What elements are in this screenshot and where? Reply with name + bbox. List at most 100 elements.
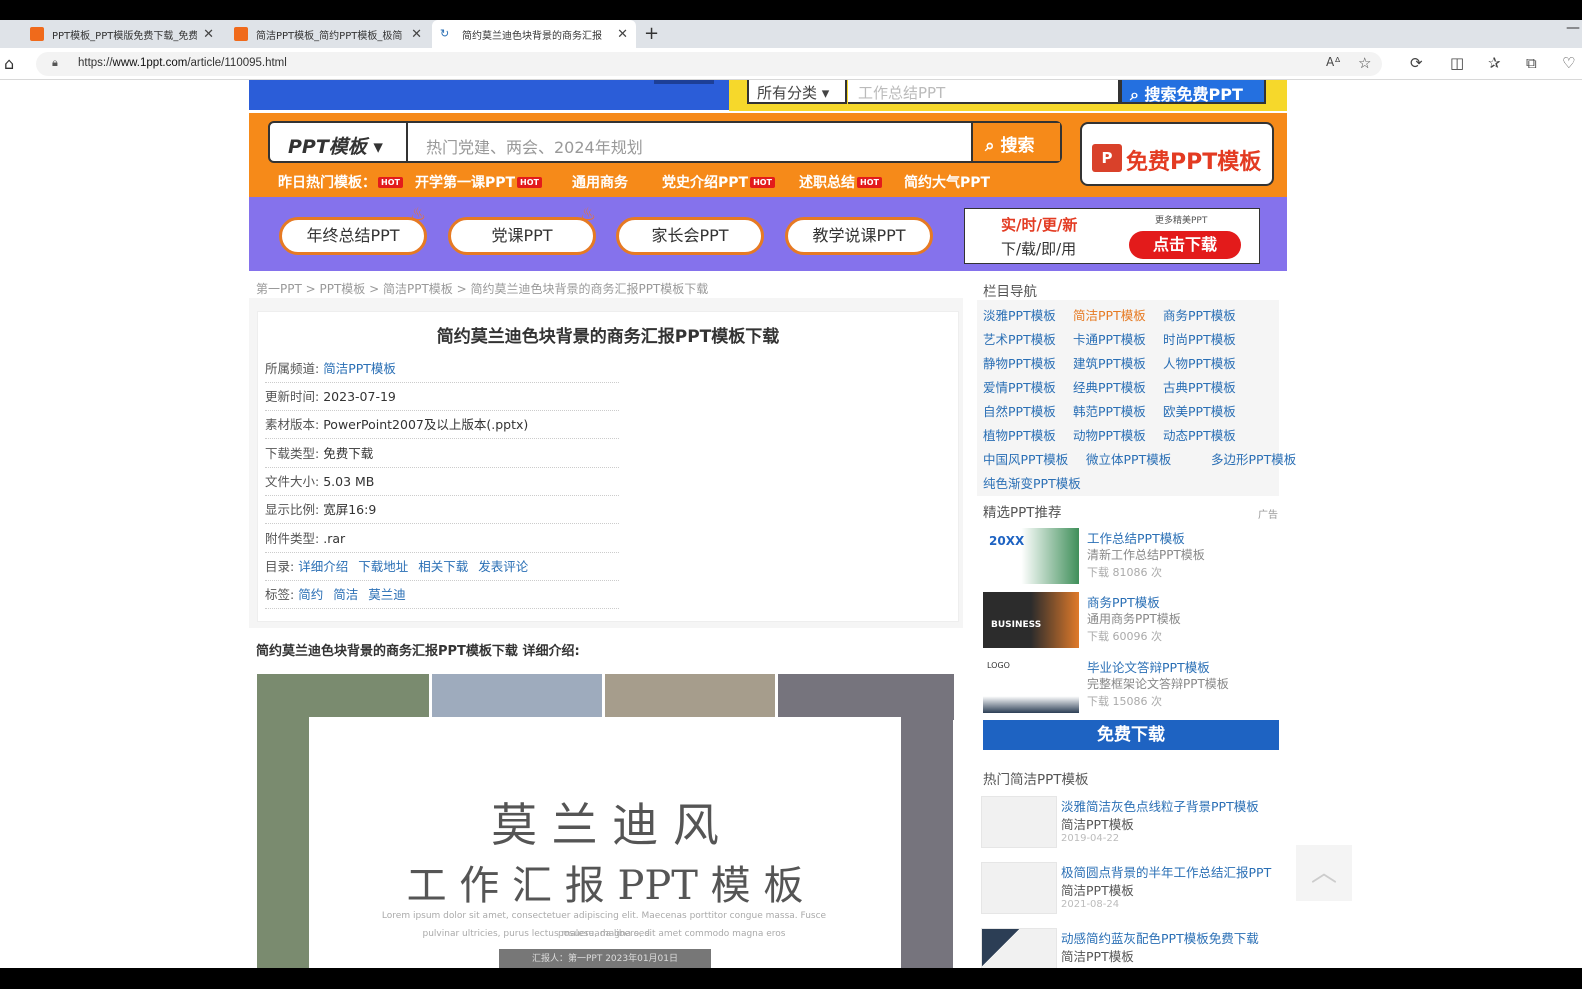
tab-1[interactable]: PPT模板_PPT模版免费下载_免费 ✕ (22, 20, 222, 48)
nav-link[interactable]: 时尚PPT模板 (1163, 329, 1236, 348)
nav-link[interactable]: 多边形PPT模板 (1211, 449, 1296, 468)
nav-link[interactable]: 艺术PPT模板 (983, 329, 1056, 348)
promo-download-box[interactable]: 实/时/更/新 下/载/即/用 更多精美PPT 点击下载 (964, 208, 1260, 264)
extensions-icon[interactable]: ⟳ (1410, 54, 1423, 72)
nav-link[interactable]: 简洁PPT模板 (1073, 305, 1146, 324)
hot-category[interactable]: 简洁PPT模板 (1061, 946, 1134, 965)
nav-link[interactable]: 静物PPT模板 (983, 353, 1056, 372)
nav-link[interactable]: 淡雅PPT模板 (983, 305, 1056, 324)
nav-link[interactable]: 人物PPT模板 (1163, 353, 1236, 372)
top-search-button[interactable]: ⌕ 搜索免费PPT (1120, 80, 1266, 104)
hot-link[interactable]: 简约大气PPT (904, 172, 990, 192)
pill-party-lesson[interactable]: 党课PPT (448, 217, 596, 255)
collections-icon[interactable]: ⧉ (1526, 54, 1537, 72)
search-input[interactable]: 热门党建、两会、2024年规划 (426, 134, 643, 158)
nav-link[interactable]: 动物PPT模板 (1073, 425, 1146, 444)
preview-color-right (901, 674, 953, 968)
hot-thumbnail (981, 796, 1057, 848)
channel-link[interactable]: 简洁PPT模板 (323, 361, 396, 376)
nav-link[interactable]: 植物PPT模板 (983, 425, 1056, 444)
tag-link[interactable]: 简洁 (333, 587, 358, 602)
rec-title[interactable]: 工作总结PPT模板 (1087, 528, 1185, 547)
toc-link-details[interactable]: 详细介绍 (298, 559, 348, 574)
tab-3-active[interactable]: ↻ 简约莫兰迪色块背景的商务汇报 ✕ (432, 20, 636, 48)
nav-link[interactable]: 爱情PPT模板 (983, 377, 1056, 396)
hot-title[interactable]: 极简圆点背景的半年工作总结汇报PPT (1061, 862, 1271, 881)
url-field[interactable]: 🔒︎ https://www.1ppt.com/article/110095.h… (36, 52, 1382, 76)
nav-link[interactable]: 古典PPT模板 (1163, 377, 1236, 396)
tab-2[interactable]: 简洁PPT模板_简约PPT模板_极简 ✕ (226, 20, 430, 48)
toc-link-related[interactable]: 相关下载 (418, 559, 468, 574)
site-favicon-icon (30, 27, 44, 41)
hot-item[interactable]: 极简圆点背景的半年工作总结汇报PPT 简洁PPT模板 2021-08-24 (981, 862, 1281, 922)
screen: PPT模板_PPT模版免费下载_免费 ✕ 简洁PPT模板_简约PPT模板_极简 … (0, 0, 1582, 989)
page-viewport: 所有分类 ▾ 工作总结PPT ⌕ 搜索免费PPT PPT模板 ▾ 热门党建、两会… (0, 80, 1582, 968)
home-icon[interactable]: ⌂ (4, 54, 14, 73)
pill-teaching[interactable]: 教学说课PPT (785, 217, 933, 255)
preview-lorem-2: pulvinar ultricies, purus lectus malesua… (422, 929, 786, 939)
nav-link[interactable]: 卡通PPT模板 (1073, 329, 1146, 348)
nav-link[interactable]: 微立体PPT模板 (1086, 449, 1171, 468)
nav-link[interactable]: 商务PPT模板 (1163, 305, 1236, 324)
info-row-tags: 标签: 简约 简洁 莫兰迪 (265, 581, 619, 609)
hot-date: 2021-08-24 (1061, 899, 1120, 910)
free-ppt-button[interactable]: P 免费PPT模板 (1080, 122, 1274, 186)
hot-lead-link[interactable]: 昨日热门模板： HOT (278, 172, 403, 192)
nav-link[interactable]: 中国风PPT模板 (983, 449, 1068, 468)
preview-color-2 (432, 674, 602, 720)
top-category-select[interactable]: 所有分类 ▾ (747, 80, 847, 104)
toc-link-download[interactable]: 下载地址 (358, 559, 408, 574)
promo-more: 更多精美PPT (1155, 216, 1208, 226)
hot-category[interactable]: 简洁PPT模板 (1061, 880, 1134, 899)
search-category-select[interactable]: PPT模板 ▾ (288, 132, 383, 159)
hot-link[interactable]: 述职总结 HOT (799, 172, 882, 192)
rec-item[interactable]: LOGO 毕业论文答辩PPT模板 完整框架论文答辩PPT模板 下载 15086 … (983, 657, 1279, 717)
rec-subtitle: 清新工作总结PPT模板 (1087, 548, 1205, 562)
new-tab-button[interactable]: + (644, 20, 659, 48)
flame-icon: ♨ (410, 204, 427, 225)
nav-link[interactable]: 自然PPT模板 (983, 401, 1056, 420)
search-icon: ⌕ (985, 136, 1001, 156)
hot-item[interactable]: 淡雅简洁灰色点线粒子背景PPT模板 简洁PPT模板 2019-04-22 (981, 796, 1281, 856)
back-to-top-icon[interactable]: ︿ (1296, 845, 1352, 901)
nav-link[interactable]: 纯色渐变PPT模板 (983, 473, 1081, 492)
read-aloud-icon[interactable]: Aᐞ (1326, 55, 1341, 69)
nav-link[interactable]: 欧美PPT模板 (1163, 401, 1236, 420)
hot-link[interactable]: 开学第一课PPT HOT (415, 172, 542, 192)
preview-color-3 (605, 674, 775, 720)
nav-link[interactable]: 韩范PPT模板 (1073, 401, 1146, 420)
minimize-icon[interactable]: — (1566, 20, 1580, 36)
nav-link[interactable]: 经典PPT模板 (1073, 377, 1146, 396)
search-button[interactable]: ⌕ 搜索 (971, 123, 1060, 161)
tag-link[interactable]: 莫兰迪 (368, 587, 406, 602)
toc-link-comment[interactable]: 发表评论 (478, 559, 528, 574)
tag-link[interactable]: 简约 (298, 587, 323, 602)
favorites-icon[interactable]: ✰ (1488, 54, 1501, 72)
hot-item[interactable]: 动感简约蓝灰配色PPT模板免费下载 简洁PPT模板 (981, 928, 1281, 968)
rec-title[interactable]: 毕业论文答辩PPT模板 (1087, 657, 1210, 676)
split-screen-icon[interactable]: ◫ (1450, 54, 1464, 72)
close-tab-icon[interactable]: ✕ (203, 27, 214, 42)
rec-item[interactable]: 20XX 工作总结PPT模板 清新工作总结PPT模板 下载 81086 次 (983, 528, 1279, 588)
hot-title[interactable]: 动感简约蓝灰配色PPT模板免费下载 (1061, 928, 1259, 947)
hot-title[interactable]: 淡雅简洁灰色点线粒子背景PPT模板 (1061, 796, 1259, 815)
close-tab-icon[interactable]: ✕ (617, 27, 628, 42)
pill-parent-meeting[interactable]: 家长会PPT (616, 217, 764, 255)
pill-year-end[interactable]: 年终总结PPT (279, 217, 427, 255)
promo-download-button[interactable]: 点击下载 (1129, 231, 1241, 259)
top-search-input[interactable]: 工作总结PPT (848, 80, 1120, 104)
nav-link[interactable]: 动态PPT模板 (1163, 425, 1236, 444)
free-download-button[interactable]: 免费下载 (983, 720, 1279, 750)
close-tab-icon[interactable]: ✕ (411, 27, 422, 42)
rec-title[interactable]: 商务PPT模板 (1087, 592, 1160, 611)
hot-link[interactable]: 通用商务 (572, 172, 628, 192)
lock-icon[interactable]: 🔒︎ (52, 56, 58, 70)
breadcrumb[interactable]: 第一PPT > PPT模板 > 简洁PPT模板 > 简约莫兰迪色块背景的商务汇报… (256, 280, 708, 297)
browser-essentials-icon[interactable]: ♡ (1562, 54, 1575, 72)
rec-item[interactable]: BUSINESS 商务PPT模板 通用商务PPT模板 下载 60096 次 (983, 592, 1279, 652)
hot-category[interactable]: 简洁PPT模板 (1061, 814, 1134, 833)
favorite-star-icon[interactable]: ☆ (1358, 54, 1371, 72)
hot-link[interactable]: 党史介绍PPT HOT (662, 172, 776, 192)
nav-link[interactable]: 建筑PPT模板 (1073, 353, 1146, 372)
info-row-ratio: 显示比例: 宽屏16:9 (265, 496, 619, 524)
